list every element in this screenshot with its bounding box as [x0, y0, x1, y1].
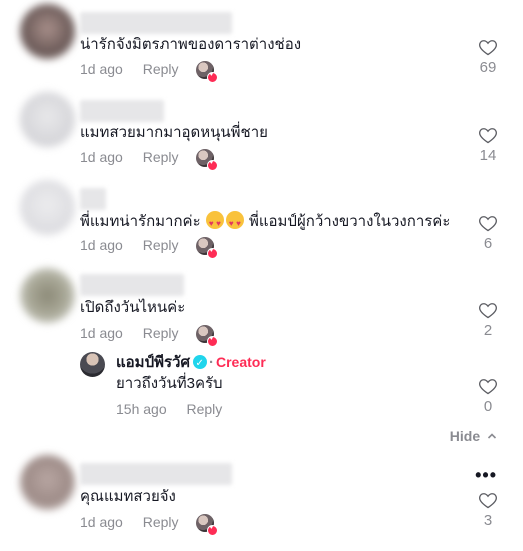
- chevron-up-icon: [487, 433, 497, 439]
- like-button[interactable]: 2: [475, 300, 501, 340]
- creator-liked-avatar: [196, 237, 218, 259]
- heart-icon: [207, 248, 218, 259]
- heart-outline-icon: [479, 128, 497, 144]
- heart-eyes-emoji-icon: [225, 211, 244, 234]
- comment-time: 1d ago: [80, 61, 123, 77]
- reply-button[interactable]: Reply: [143, 514, 179, 530]
- comment-time: 1d ago: [80, 149, 123, 165]
- like-count: 69: [479, 59, 497, 76]
- reply-meta: 15h ago Reply: [116, 401, 222, 417]
- heart-eyes-emoji-icon: [205, 211, 224, 234]
- like-count: 2: [483, 322, 493, 339]
- comment-text: เปิดถึงวันไหนค่ะ: [80, 299, 186, 316]
- comment-meta: 1d ago Reply: [80, 61, 179, 77]
- heart-outline-icon: [479, 303, 497, 319]
- comment-meta: 1d ago Reply: [80, 514, 179, 530]
- heart-outline-icon: [479, 40, 497, 56]
- heart-icon: [207, 336, 218, 347]
- heart-icon: [207, 72, 218, 83]
- creator-header: แอมป์พีรวัศ ·Creator: [116, 352, 266, 374]
- like-button[interactable]: 3: [475, 490, 501, 530]
- creator-liked-avatar: [196, 149, 218, 171]
- creator-liked-avatar: [196, 325, 218, 347]
- reply-button[interactable]: Reply: [143, 237, 179, 253]
- comment-meta: 1d ago Reply: [80, 325, 179, 341]
- username-blurred[interactable]: [80, 188, 106, 210]
- avatar[interactable]: [20, 268, 75, 323]
- like-button[interactable]: 6: [475, 213, 501, 253]
- heart-icon: [207, 160, 218, 171]
- username-blurred[interactable]: [80, 463, 232, 485]
- comment-text: แมทสวยมากมาอุดหนุนพี่ชาย: [80, 124, 268, 141]
- creator-name[interactable]: แอมป์พีรวัศ: [116, 354, 190, 371]
- comment-time: 1d ago: [80, 237, 123, 253]
- hide-label: Hide: [449, 428, 481, 444]
- like-button[interactable]: 69: [475, 37, 501, 77]
- comment-time: 1d ago: [80, 514, 123, 530]
- reply-time: 15h ago: [116, 401, 167, 417]
- like-count: 0: [483, 398, 493, 415]
- comment-meta: 1d ago Reply: [80, 237, 179, 253]
- comment-text-part: พี่แอมป์ผู้กว้างขวางในวงการค่ะ: [248, 213, 451, 230]
- comment-text-part: พี่แมทน่ารักมากค่ะ: [80, 213, 201, 230]
- heart-outline-icon: [479, 216, 497, 232]
- hide-replies-button[interactable]: Hide: [450, 428, 497, 444]
- avatar[interactable]: [20, 4, 75, 59]
- creator-liked-avatar: [196, 514, 218, 536]
- creator-liked-avatar: [196, 61, 218, 83]
- like-count: 3: [483, 512, 493, 529]
- comment-meta: 1d ago Reply: [80, 149, 179, 165]
- like-button[interactable]: 14: [475, 125, 501, 165]
- reply-button[interactable]: Reply: [143, 61, 179, 77]
- heart-outline-icon: [479, 493, 497, 509]
- heart-outline-icon: [479, 379, 497, 395]
- username-blurred[interactable]: [80, 274, 184, 296]
- reply-button[interactable]: Reply: [143, 149, 179, 165]
- reply-button[interactable]: Reply: [187, 401, 223, 417]
- reply-text: ยาวถึงวันที่3ครับ: [116, 375, 223, 392]
- creator-badge: Creator: [215, 354, 266, 370]
- avatar[interactable]: [20, 455, 75, 510]
- creator-avatar[interactable]: [80, 352, 105, 377]
- verified-icon: [192, 354, 207, 374]
- more-options-button[interactable]: •••: [475, 465, 497, 486]
- comment-time: 1d ago: [80, 325, 123, 341]
- username-blurred[interactable]: [80, 12, 232, 34]
- comment-text: คุณแมทสวยจัง: [80, 488, 176, 505]
- avatar[interactable]: [20, 180, 75, 235]
- comment-text: น่ารักจังมิตรภาพของดาราต่างช่อง: [80, 36, 302, 53]
- heart-icon: [207, 525, 218, 536]
- like-count: 14: [479, 147, 497, 164]
- separator-dot: ·: [208, 354, 214, 371]
- comment-text: พี่แมทน่ารักมากค่ะ พี่แอมป์ผู้กว้างขวางใ…: [80, 211, 451, 234]
- username-blurred[interactable]: [80, 100, 164, 122]
- like-count: 6: [483, 235, 493, 252]
- reply-button[interactable]: Reply: [143, 325, 179, 341]
- avatar[interactable]: [20, 92, 75, 147]
- like-button[interactable]: 0: [475, 376, 501, 416]
